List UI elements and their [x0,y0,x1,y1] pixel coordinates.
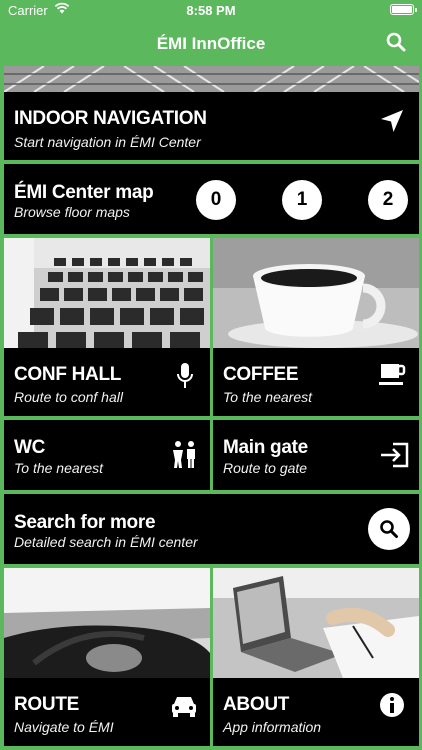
laptop-desk-photo [213,568,419,678]
battery-icon [390,4,417,15]
coffee-tile[interactable]: COFFEE To the nearest [213,238,419,416]
main-gate-subtitle: Route to gate [223,460,308,476]
indoor-navigation-tile[interactable]: INDOOR NAVIGATION Start navigation in ÉM… [4,92,419,160]
coffee-photo [213,238,419,348]
conf-hall-title: CONF HALL [14,364,122,385]
floor-2-button[interactable]: 2 [368,180,408,220]
about-subtitle: App information [223,719,322,735]
search-icon[interactable] [386,32,406,57]
header-photo [4,66,419,92]
center-map-title: ÉMI Center map [14,182,154,203]
about-title: ABOUT [223,694,290,715]
restroom-icon [172,440,198,475]
car-interior-photo [4,568,210,678]
app-title: ÉMI InnOffice [156,34,266,53]
wc-tile[interactable]: WC To the nearest [4,420,210,490]
microphone-icon [176,362,194,395]
search-button[interactable] [368,508,410,550]
coffee-subtitle: To the nearest [223,389,312,405]
route-title: ROUTE [14,694,80,715]
floor-0-button[interactable]: 0 [196,180,236,220]
coffee-cup-icon [379,362,407,393]
location-arrow-icon [379,108,405,139]
architecture-photo [4,66,419,92]
center-map-subtitle: Browse floor maps [14,204,130,220]
status-bar: Carrier 8:58 PM [0,0,422,22]
main-gate-tile[interactable]: Main gate Route to gate [213,420,419,490]
wc-subtitle: To the nearest [14,460,103,476]
sign-in-icon [379,442,409,473]
info-icon [379,692,405,723]
search-more-subtitle: Detailed search in ÉMI center [14,534,198,550]
floor-1-button[interactable]: 1 [282,180,322,220]
navigation-bar: ÉMI InnOffice [0,22,422,66]
indoor-navigation-title: INDOOR NAVIGATION [14,108,207,129]
magnifier-icon [380,520,398,538]
conference-hall-photo [4,238,210,348]
route-subtitle: Navigate to ÉMI [14,719,114,735]
main-gate-title: Main gate [223,437,308,458]
search-more-tile[interactable]: Search for more Detailed search in ÉMI c… [4,494,419,564]
route-tile[interactable]: ROUTE Navigate to ÉMI [4,568,210,746]
conf-hall-subtitle: Route to conf hall [14,389,123,405]
car-icon [170,694,198,723]
about-tile[interactable]: ABOUT App information [213,568,419,746]
conf-hall-tile[interactable]: CONF HALL Route to conf hall [4,238,210,416]
clock: 8:58 PM [186,3,236,18]
center-map-tile[interactable]: ÉMI Center map Browse floor maps 0 1 2 [4,164,419,234]
wc-title: WC [14,437,46,458]
search-more-title: Search for more [14,512,156,533]
coffee-title: COFFEE [223,364,299,385]
indoor-navigation-subtitle: Start navigation in ÉMI Center [14,134,201,150]
